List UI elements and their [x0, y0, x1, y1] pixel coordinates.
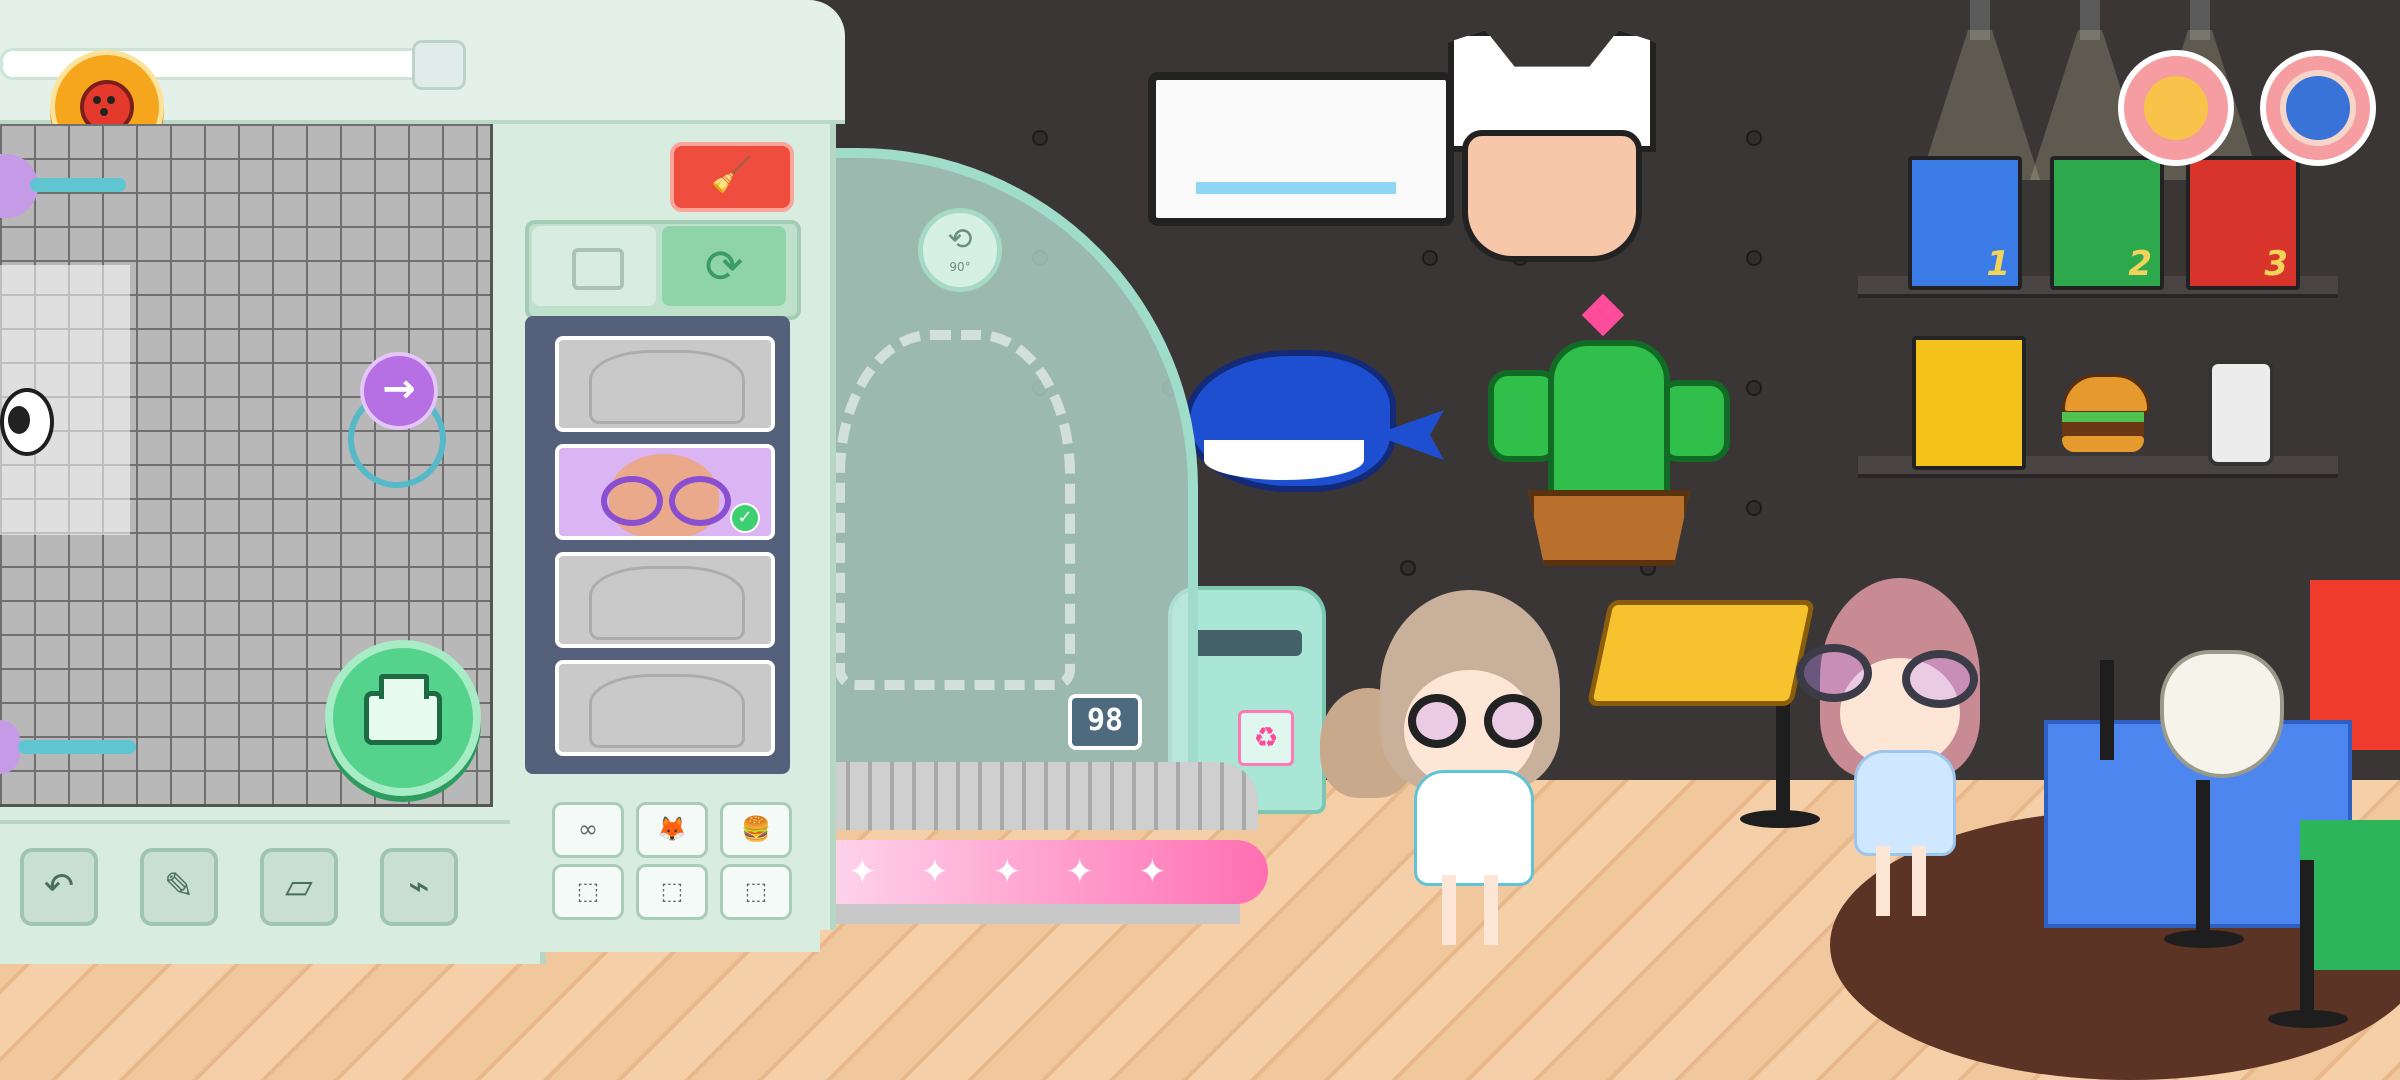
- character-girl-pink-hair[interactable]: [1796, 578, 1990, 918]
- leg: [1912, 846, 1926, 916]
- rope-post-base: [1740, 810, 1820, 828]
- pixel-whale-art[interactable]: [1184, 290, 1444, 492]
- phone-device[interactable]: [2208, 360, 2274, 466]
- bead-counter: 98: [1068, 694, 1142, 750]
- arrow-right-icon[interactable]: →: [360, 352, 438, 430]
- bald-face-icon: [2144, 76, 2208, 140]
- book-numeral: 1: [1986, 244, 2010, 284]
- burger-lettuce: [2062, 412, 2144, 422]
- lower-slider-bar[interactable]: [18, 740, 136, 754]
- peg-hole: [1032, 130, 1048, 146]
- green-display-box: [2300, 820, 2400, 970]
- girl-face: [1462, 130, 1642, 262]
- book-numeral: 2: [2128, 244, 2152, 284]
- glasses-category-button[interactable]: ∞: [552, 802, 624, 858]
- blue-dress: [1854, 750, 1956, 856]
- pixel-cactus-art[interactable]: [1488, 293, 1730, 566]
- printer-icon: [364, 674, 442, 745]
- rope-post: [2100, 660, 2114, 760]
- leg: [1442, 875, 1456, 945]
- item-card-magnifier[interactable]: [555, 552, 775, 648]
- recycle-tab[interactable]: [662, 226, 786, 306]
- whale-belly: [1204, 440, 1364, 480]
- empty-slot-button[interactable]: ⬚: [552, 864, 624, 920]
- eyedropper-button[interactable]: ⌁: [380, 848, 458, 926]
- white-dress: [1414, 770, 1534, 886]
- book-numeral: 3: [2264, 244, 2288, 284]
- peg-hole: [1746, 250, 1762, 266]
- check-icon: ✓: [730, 503, 760, 533]
- item-card-bow[interactable]: [555, 660, 775, 756]
- book-3[interactable]: 3: [2186, 156, 2300, 290]
- item-card-strawberry[interactable]: [555, 336, 775, 432]
- burger-bun: [2062, 436, 2144, 452]
- peg-hole: [1400, 560, 1416, 576]
- peg-hole: [1746, 500, 1762, 516]
- rope-post: [2196, 780, 2210, 940]
- outfit-sketch: [589, 674, 745, 748]
- zoom-bar[interactable]: [30, 178, 126, 192]
- belt-base: [828, 904, 1240, 924]
- rotate-angle-label: 90°: [949, 260, 971, 274]
- pink-belt: ✦✦✦✦✦: [828, 840, 1268, 904]
- purple-glasses-icon: [601, 476, 731, 526]
- broom-icon: 🧹: [710, 155, 754, 195]
- rope-post-base: [2164, 930, 2244, 948]
- leg: [1876, 846, 1890, 916]
- blue-hair-face-icon: [2280, 70, 2356, 146]
- avatar-button-bald[interactable]: [2118, 50, 2234, 166]
- clean-button[interactable]: 🧹: [670, 142, 794, 212]
- size-slider-knob[interactable]: [412, 40, 466, 90]
- rope-post: [2300, 860, 2314, 1020]
- book-2[interactable]: 2: [2050, 156, 2164, 290]
- yellow-pillow[interactable]: [1586, 600, 1816, 706]
- character-eye-preview: [0, 388, 54, 456]
- leg: [1484, 875, 1498, 945]
- book-4[interactable]: [1912, 336, 2026, 470]
- pixel-cat-girl-art[interactable]: [1448, 30, 1656, 262]
- outfit-sketch: [589, 566, 745, 640]
- avatar-button-blue-hair[interactable]: [2260, 50, 2376, 166]
- undo-button[interactable]: ↶: [20, 848, 98, 926]
- heart-icon: [1581, 293, 1625, 337]
- empty-slot-button[interactable]: ⬚: [720, 864, 792, 920]
- peg-hole: [1746, 380, 1762, 396]
- book-1[interactable]: 1: [1908, 156, 2022, 290]
- burger-patty: [2062, 422, 2144, 436]
- add-template-tab[interactable]: [532, 226, 656, 306]
- trash-icon: ♻: [1238, 710, 1294, 766]
- burger-category-button[interactable]: 🍔: [720, 802, 792, 858]
- cactus-pot: [1528, 490, 1690, 566]
- peg-hole: [1422, 250, 1438, 266]
- outfit-sketch: [589, 350, 745, 424]
- mask-category-button[interactable]: 🦊: [636, 802, 708, 858]
- pixel-air-conditioner[interactable]: [1148, 72, 1454, 226]
- rotate-90-button[interactable]: ⟲ 90°: [918, 208, 1002, 292]
- character-girl-brown-hair[interactable]: [1380, 590, 1560, 945]
- empty-slot-button[interactable]: ⬚: [636, 864, 708, 920]
- sticker-tool-button[interactable]: ✎: [140, 848, 218, 926]
- burger-icon[interactable]: [2062, 374, 2150, 454]
- pixel-preview-outline: [835, 330, 1075, 690]
- print-button[interactable]: [325, 640, 481, 796]
- rope-post-base: [2268, 1010, 2348, 1028]
- eraser-button[interactable]: ▱: [260, 848, 338, 926]
- conveyor-belt: [828, 762, 1258, 830]
- urinal-exhibit[interactable]: [2160, 650, 2284, 778]
- burger-bun: [2062, 374, 2150, 414]
- peg-hole: [1746, 130, 1762, 146]
